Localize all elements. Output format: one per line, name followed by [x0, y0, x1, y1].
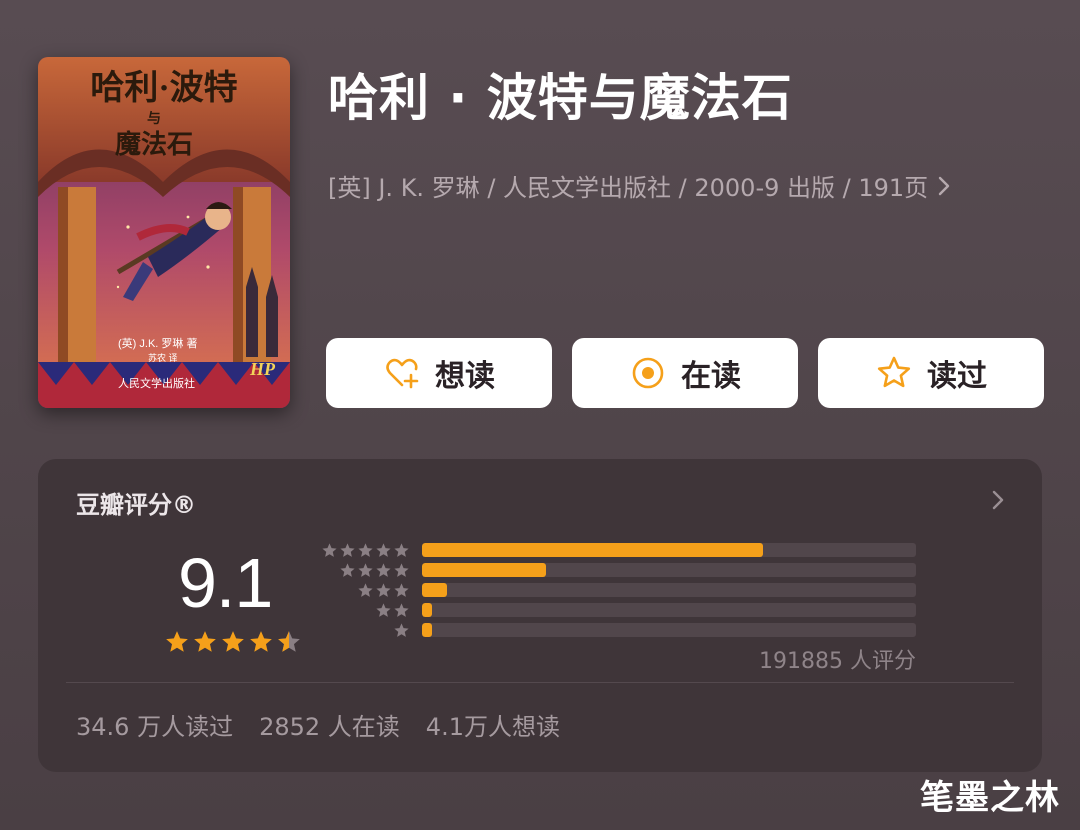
rating-row-1-star [318, 621, 916, 639]
cover-hp-logo: HP [249, 359, 276, 379]
cover-title-connector: 与 [147, 111, 161, 127]
rating-row-3-star [318, 581, 916, 599]
have-read-label: 读过 [927, 359, 987, 394]
reading-status-actions: 想读 在读 读过 [326, 338, 1044, 408]
star-filled-icon [222, 631, 244, 652]
star-small-icon [394, 542, 409, 557]
rating-bar-track [422, 543, 916, 557]
cover-publisher: 人民文学出版社 [118, 376, 195, 390]
rating-row-stars [318, 582, 410, 599]
stat-want[interactable]: 4.1万人想读 [426, 707, 560, 742]
book-meta-link[interactable]: [英] J. K. 罗琳 / 人民文学出版社 / 2000-9 出版 / 191… [328, 168, 952, 203]
rating-bar-fill [422, 563, 546, 577]
cover-translator: 苏农 译 [148, 352, 178, 363]
star-small-icon [340, 542, 355, 557]
rating-row-4-star [318, 561, 916, 579]
rating-bar-fill [422, 603, 432, 617]
want-to-read-button[interactable]: 想读 [326, 338, 552, 408]
chevron-right-icon [992, 490, 1004, 510]
rating-bar-track [422, 623, 916, 637]
rating-bar-fill [422, 543, 763, 557]
rating-row-stars [318, 562, 410, 579]
rating-row-2-star [318, 601, 916, 619]
heart-plus-icon [383, 354, 421, 392]
chevron-right-icon [938, 176, 950, 195]
book-cover-art: 哈利·波特 与 魔法石 (英) J.K. 罗琳 著 苏农 译 人民文学出版社 H… [38, 57, 290, 408]
stat-reading[interactable]: 2852 人在读 [259, 707, 400, 742]
star-small-icon [394, 562, 409, 577]
rating-score: 9.1 [178, 544, 273, 622]
stat-read[interactable]: 34.6 万人读过 [76, 707, 233, 742]
star-small-icon [376, 562, 391, 577]
star-filled-icon [166, 631, 188, 652]
rating-bar-track [422, 603, 916, 617]
rating-count: 191885 人评分 [759, 649, 916, 674]
watermark: 笔墨之林 [920, 778, 1060, 818]
book-title: 哈利 · 波特与魔法石 [328, 69, 793, 127]
reader-stats: 34.6 万人读过 2852 人在读 4.1万人想读 [76, 707, 560, 742]
cover-author: (英) J.K. 罗琳 著 [118, 336, 197, 350]
have-read-button[interactable]: 读过 [818, 338, 1044, 408]
rating-title: 豆瓣评分® [76, 491, 196, 519]
star-filled-icon [194, 631, 216, 652]
star-half-icon [278, 631, 300, 652]
rating-row-5-star [318, 541, 916, 559]
star-small-icon [358, 582, 373, 597]
star-outline-icon [875, 354, 913, 392]
star-small-icon [376, 582, 391, 597]
book-cover[interactable]: 哈利·波特 与 魔法石 (英) J.K. 罗琳 著 苏农 译 人民文学出版社 H… [38, 57, 290, 408]
book-meta-text: [英] J. K. 罗琳 / 人民文学出版社 / 2000-9 出版 / 191… [328, 174, 929, 202]
cover-subtitle: 魔法石 [115, 130, 193, 159]
star-small-icon [322, 542, 337, 557]
star-small-icon [394, 602, 409, 617]
reading-button[interactable]: 在读 [572, 338, 798, 408]
rating-row-stars [318, 622, 410, 639]
rating-bar-track [422, 563, 916, 577]
star-small-icon [394, 582, 409, 597]
want-to-read-label: 想读 [435, 359, 495, 394]
rating-row-stars [318, 542, 410, 559]
cover-title: 哈利·波特 [90, 69, 237, 107]
rating-panel[interactable]: 豆瓣评分® 9.1 191885 人评分 34.6 万人读过 2852 人在读 … [38, 459, 1042, 772]
reading-label: 在读 [681, 359, 741, 394]
divider [66, 682, 1014, 683]
star-small-icon [394, 622, 409, 637]
rating-bar-fill [422, 623, 432, 637]
star-small-icon [376, 542, 391, 557]
rating-bar-track [422, 583, 916, 597]
rating-row-stars [318, 602, 410, 619]
rating-stars [164, 629, 302, 655]
star-small-icon [376, 602, 391, 617]
star-small-icon [358, 542, 373, 557]
star-small-icon [340, 562, 355, 577]
target-icon [629, 354, 667, 392]
rating-bar-fill [422, 583, 447, 597]
star-small-icon [358, 562, 373, 577]
star-filled-icon [250, 631, 272, 652]
